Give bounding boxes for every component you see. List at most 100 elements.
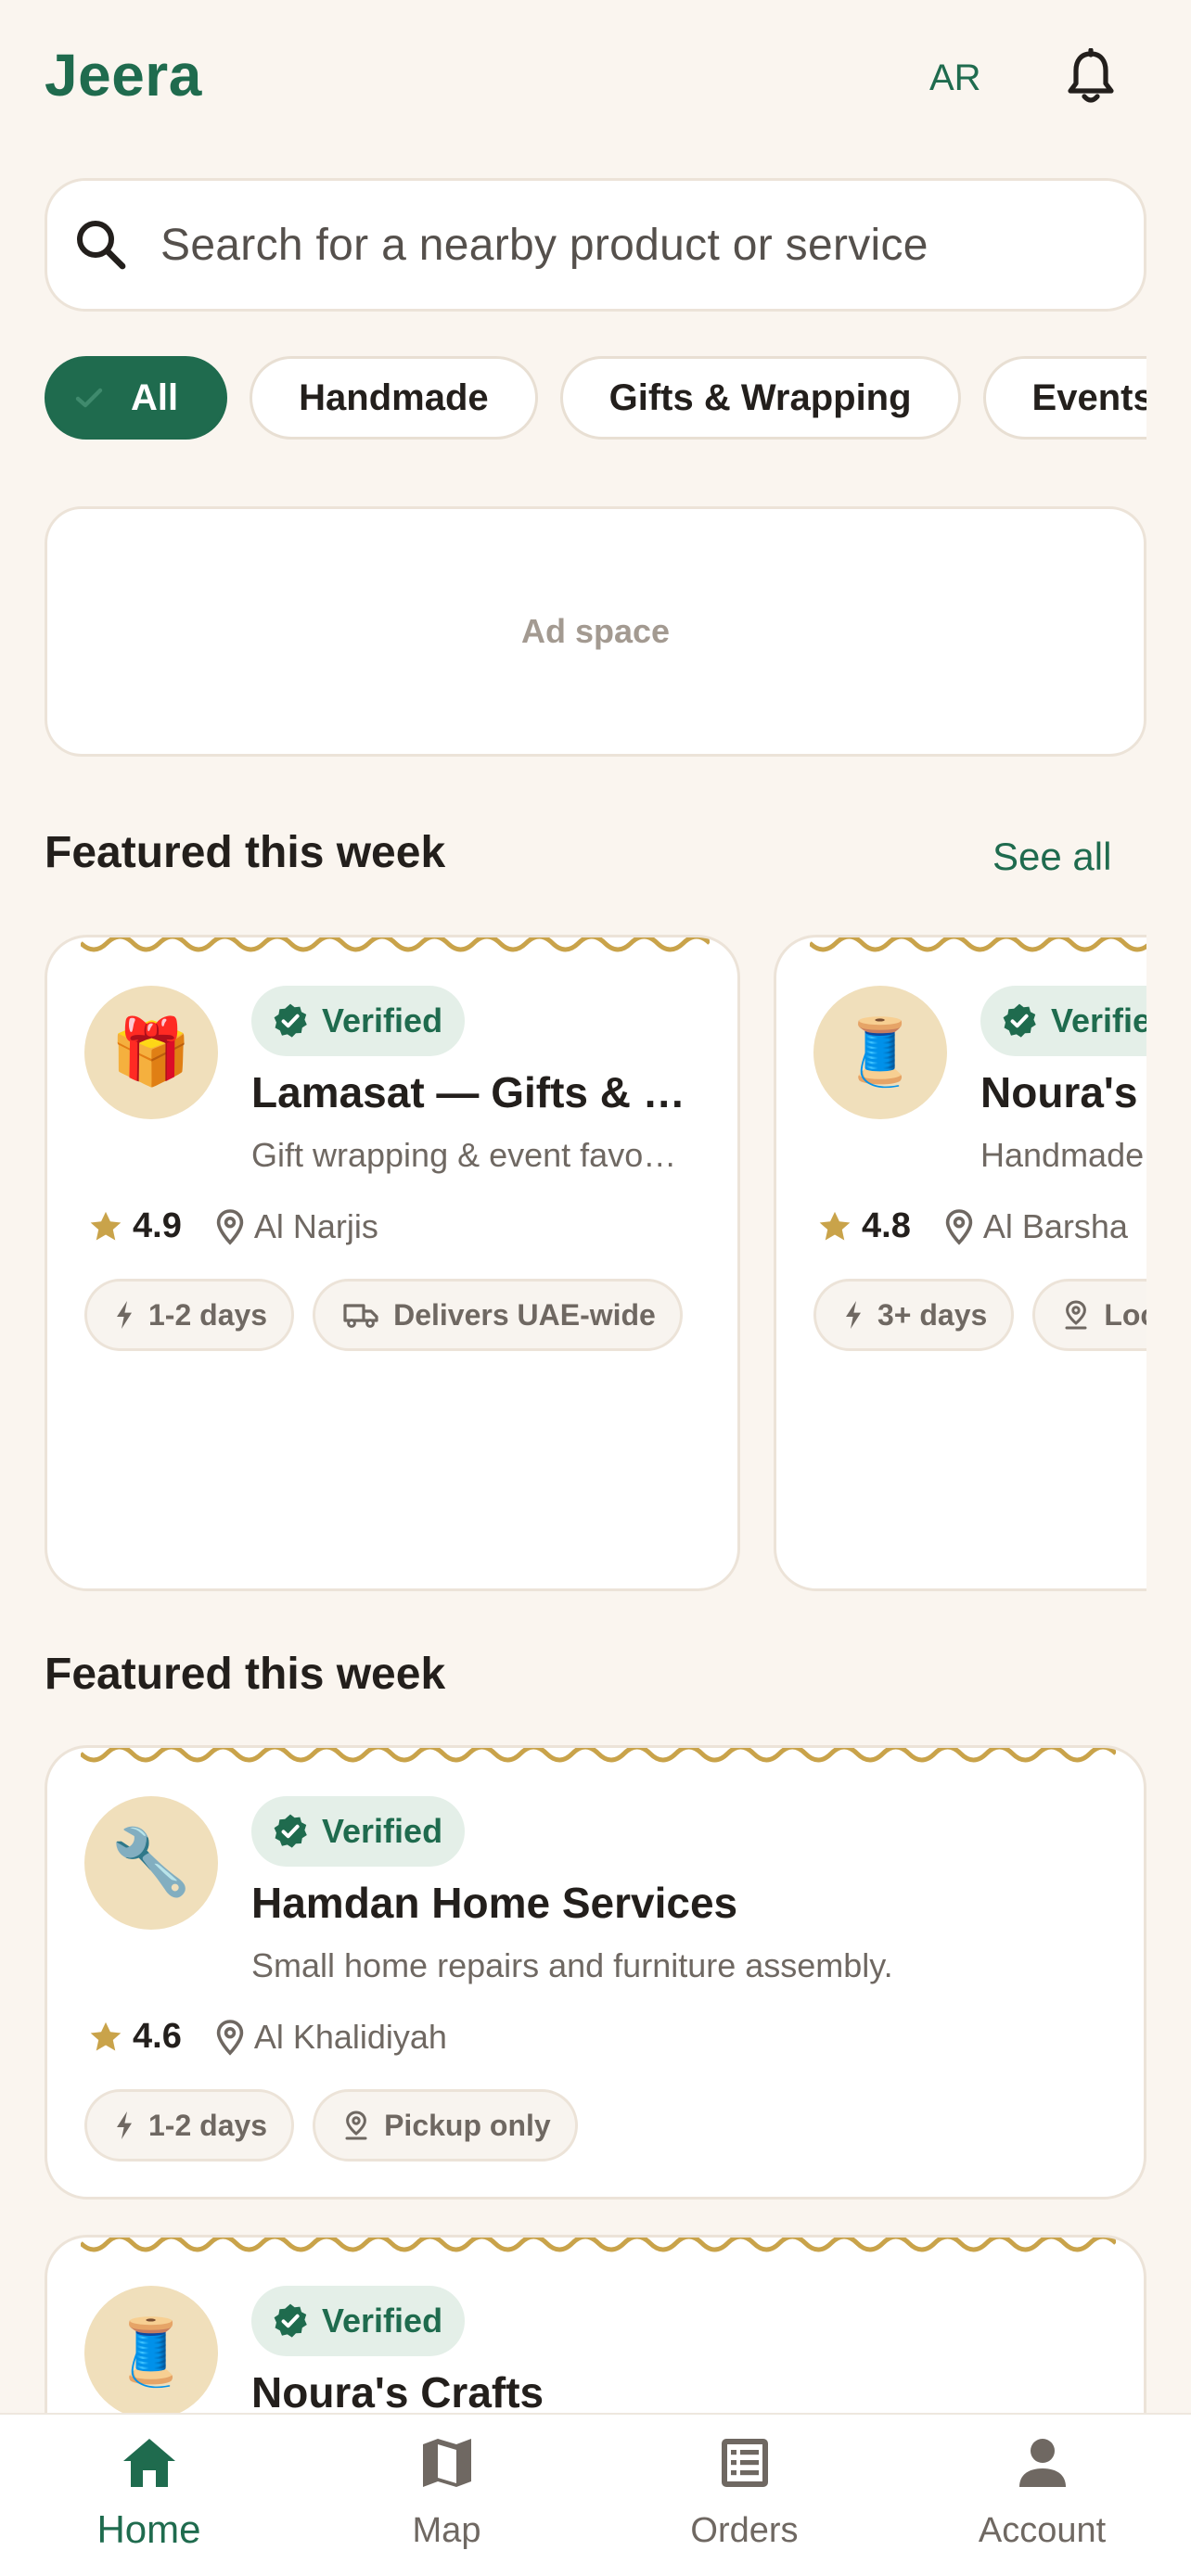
nav-label: Orders [690,2511,799,2550]
language-toggle[interactable]: AR [929,57,981,99]
tag-delivery-time: 1-2 days [84,2089,295,2162]
app-logo: Jeera [45,42,202,108]
gift-icon: 🎁 [110,1015,192,1088]
vendor-meta: 4.6 Al Khalidiyah [88,2017,447,2057]
location-pin-icon [216,2019,244,2056]
bolt-icon [117,1301,132,1329]
vendor-meta: 4.8 Al Barsha [817,1206,1128,1246]
star-icon [819,1211,851,1240]
vendor-name: Lamasat — Gifts & … [251,1068,685,1116]
ad-banner[interactable]: Ad space [45,506,1146,757]
category-chips: All Handmade Gifts & Wrapping Events [45,356,1146,440]
vendor-description: Small home repairs and furniture assembl… [251,1946,893,1984]
nav-label: Map [412,2511,481,2550]
chip-handmade[interactable]: Handmade [250,356,538,440]
vendor-avatar: 🎁 [84,986,218,1119]
vendor-meta: 4.9 Al Narjis [88,1206,378,1246]
tag-delivery-time: 1-2 days [84,1279,295,1351]
star-icon [90,1211,122,1240]
nav-account[interactable]: Account [893,2415,1191,2576]
bolt-icon [117,2111,132,2139]
tag-delivery-area: Delivers UAE-wide [313,1279,683,1351]
rating-value: 4.6 [133,2017,182,2056]
badge-label: Verified [1051,1001,1146,1039]
vendor-avatar: 🧵 [84,2286,218,2419]
verified-badge: Verified [980,986,1146,1056]
bolt-icon [846,1301,861,1329]
thread-spool-icon: 🧵 [110,2315,192,2388]
nav-home[interactable]: Home [0,2415,298,2576]
verified-badge: Verified [251,1796,466,1867]
chip-label: Events [1031,376,1146,418]
map-icon [422,2439,471,2487]
tag-pickup: Local [1032,1279,1146,1351]
location-label: Al Narjis [253,1206,378,1245]
account-icon [1018,2439,1066,2487]
bottom-nav: Home Map Orders Account [0,2413,1191,2576]
chip-label: All [131,376,179,418]
verified-badge: Verified [251,2286,466,2356]
location-pin-icon [945,1208,973,1245]
vendor-name: Hamdan Home Services [251,1879,738,1927]
see-all-link[interactable]: See all [992,835,1111,879]
location-pin-icon [216,1208,244,1245]
nav-map[interactable]: Map [298,2415,596,2576]
wave-trim [81,937,710,952]
nav-label: Account [978,2511,1107,2550]
ad-label: Ad space [520,612,671,650]
nav-orders[interactable]: Orders [596,2415,893,2576]
chip-label: Handmade [299,376,489,418]
wrench-icon: 🔧 [110,1826,192,1898]
rating-value: 4.8 [862,1206,911,1245]
vendor-description: Handmade [980,1136,1145,1174]
wave-trim [81,1748,1116,1763]
tag-label: Local [1104,1297,1146,1332]
vendor-avatar: 🧵 [813,986,947,1119]
wave-trim [810,937,1146,952]
search-bar[interactable]: Search for a nearby product or service [45,178,1146,312]
chip-label: Gifts & Wrapping [608,376,912,418]
bell-icon [1068,48,1114,103]
tag-label: 3+ days [877,1297,988,1332]
section-title: Featured this week [45,828,446,877]
location-label: Al Khalidiyah [253,2017,447,2056]
chip-events[interactable]: Events [982,356,1146,440]
vendor-description: Gift wrapping & event favo… [251,1136,677,1174]
vendor-card[interactable]: 🔧 Verified Hamdan Home Services Small ho… [45,1745,1146,2200]
home-icon [122,2439,175,2487]
verified-icon [274,1814,307,1848]
orders-icon [721,2439,768,2487]
pickup-icon [1065,1300,1087,1330]
verified-badge: Verified [251,986,466,1056]
search-placeholder: Search for a nearby product or service [160,220,928,270]
notifications-button[interactable] [1057,45,1124,111]
vendor-card[interactable]: 🧵 Verified Noura's Crafts Handmade 4.8 A… [774,935,1146,1591]
wave-trim [81,2238,1116,2252]
tag-label: Pickup only [384,2108,551,2142]
featured-carousel[interactable]: 🎁 Verified Lamasat — Gifts & … Gift wrap… [45,935,1146,1593]
badge-label: Verified [322,1001,443,1039]
search-icon [77,221,126,270]
vendor-tags: 1-2 days Pickup only [84,2089,596,2162]
vendor-tags: 1-2 days Delivers UAE-wide [84,1279,701,1351]
vendor-name: Noura's Crafts [980,1068,1146,1116]
section-title: Featured this week [45,1650,446,1699]
verified-icon [274,1003,307,1038]
vendor-avatar: 🔧 [84,1796,218,1930]
truck-icon [343,1304,378,1328]
rating-value: 4.9 [133,1206,182,1245]
vendor-card[interactable]: 🎁 Verified Lamasat — Gifts & … Gift wrap… [45,935,740,1591]
verified-icon [274,2303,307,2338]
check-icon [75,388,103,408]
nav-label: Home [96,2507,201,2551]
tag-delivery-time: 3+ days [813,1279,1015,1351]
thread-spool-icon: 🧵 [839,1015,921,1088]
tag-label: 1-2 days [148,1297,268,1332]
star-icon [90,2021,122,2050]
chip-all[interactable]: All [45,356,228,440]
chip-gifts-wrapping[interactable]: Gifts & Wrapping [559,356,961,440]
tag-label: 1-2 days [148,2108,268,2142]
badge-label: Verified [322,1812,443,1850]
pickup-icon [345,2111,367,2140]
location-label: Al Barsha [982,1206,1128,1245]
